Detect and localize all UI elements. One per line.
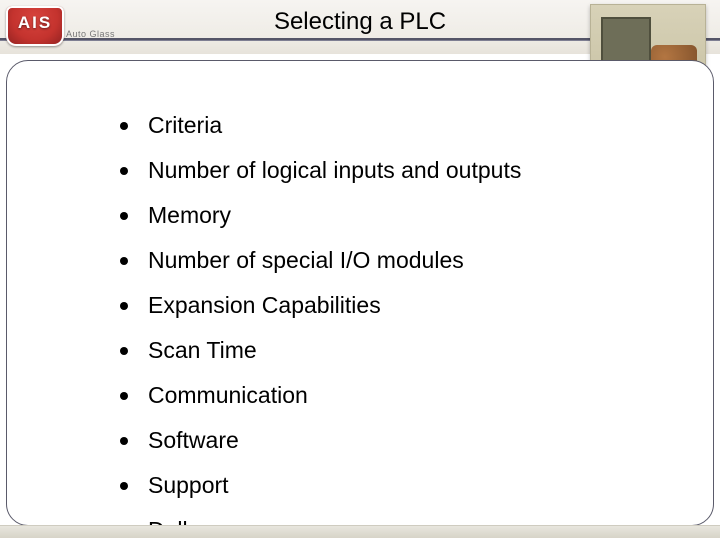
list-item-text: Number of logical inputs and outputs [148,157,521,184]
list-item: Expansion Capabilities [120,292,640,319]
slide: Selecting a PLC AIS Auto Glass Criteria … [0,0,720,540]
list-item-text: Support [148,472,229,499]
list-item-text: Memory [148,202,231,229]
brand-logo: AIS Auto Glass [6,8,126,48]
list-item-text: Scan Time [148,337,257,364]
list-item: Number of logical inputs and outputs [120,157,640,184]
bullet-icon [120,392,128,400]
list-item: Support [120,472,640,499]
list-item-text: Number of special I/O modules [148,247,464,274]
bullet-icon [120,347,128,355]
list-item-text: Expansion Capabilities [148,292,381,319]
footer [0,525,720,538]
logo-text: AIS [6,13,64,33]
list-item: Communication [120,382,640,409]
list-item: Number of special I/O modules [120,247,640,274]
list-item-text: Software [148,427,239,454]
list-item: Criteria [120,112,640,139]
list-item: Scan Time [120,337,640,364]
bullet-icon [120,212,128,220]
bullet-icon [120,257,128,265]
bullet-icon [120,437,128,445]
bullet-icon [120,167,128,175]
list-item: Memory [120,202,640,229]
list-item: Software [120,427,640,454]
bullet-icon [120,122,128,130]
bullet-list: Criteria Number of logical inputs and ou… [120,112,640,540]
bullet-icon [120,302,128,310]
bullet-icon [120,482,128,490]
logo-badge-icon: AIS [6,6,64,46]
logo-subtext: Auto Glass [66,29,115,39]
list-item-text: Communication [148,382,308,409]
list-item-text: Criteria [148,112,222,139]
